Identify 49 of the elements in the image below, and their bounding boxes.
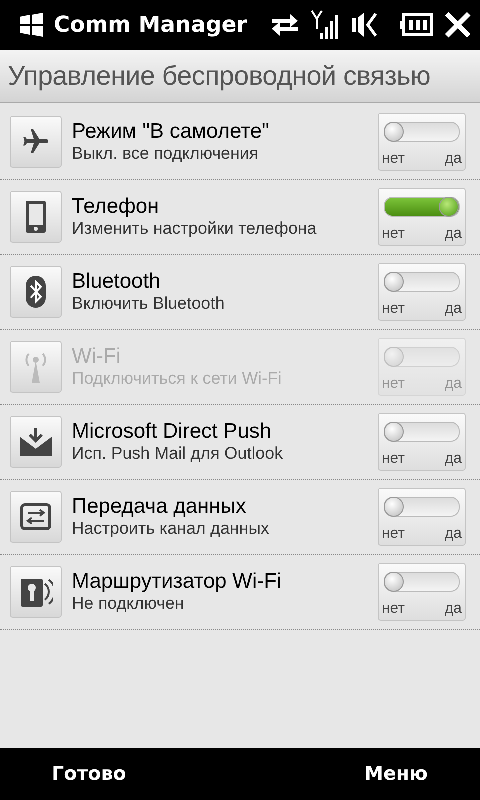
- setting-description: Не подключен: [72, 594, 186, 614]
- off-label: нет: [382, 150, 405, 167]
- setting-title: Передача данных: [72, 495, 248, 519]
- off-label: нет: [382, 375, 405, 392]
- toggle-switch[interactable]: нет да: [378, 188, 466, 246]
- setting-description: Включить Bluetooth: [72, 294, 226, 314]
- toggle-switch[interactable]: нет да: [378, 563, 466, 621]
- signal-icon[interactable]: [310, 9, 340, 41]
- setting-title: Режим "В самолете": [72, 120, 270, 144]
- off-label: нет: [382, 525, 405, 542]
- toggle-switch[interactable]: нет да: [378, 263, 466, 321]
- on-label: да: [444, 450, 462, 467]
- toggle-switch[interactable]: нет да: [378, 488, 466, 546]
- setting-description: Изменить настройки телефона: [72, 219, 318, 239]
- on-label: да: [444, 150, 462, 167]
- softkey-button[interactable]: Меню: [364, 763, 428, 785]
- toggle-switch[interactable]: нет да: [378, 413, 466, 471]
- setting-title: Маршрутизатор Wi-Fi: [72, 570, 283, 594]
- off-label: нет: [382, 600, 405, 617]
- toggle-switch[interactable]: нет да: [378, 113, 466, 171]
- on-label: да: [444, 600, 462, 617]
- window-title: Comm Manager: [54, 12, 249, 38]
- data-transfer-icon[interactable]: [270, 11, 300, 39]
- setting-title: Wi-Fi: [72, 345, 122, 369]
- softkey-button[interactable]: Готово: [52, 763, 126, 785]
- transfer-icon: [20, 503, 52, 531]
- setting-title: Телефон: [72, 195, 160, 219]
- setting-description: Настроить канал данных: [72, 519, 270, 539]
- close-icon[interactable]: [444, 11, 472, 39]
- off-label: нет: [382, 300, 405, 317]
- setting-description: Исп. Push Mail для Outlook: [72, 444, 284, 464]
- on-label: да: [444, 375, 462, 392]
- on-label: да: [444, 525, 462, 542]
- router-icon: [19, 576, 53, 608]
- page-heading: Управление беспроводной связью: [8, 60, 431, 92]
- off-label: нет: [382, 225, 405, 242]
- setting-title: Bluetooth: [72, 270, 162, 294]
- off-label: нет: [382, 450, 405, 467]
- on-label: да: [444, 300, 462, 317]
- battery-icon[interactable]: [400, 13, 434, 37]
- setting-description: Подключиться к сети Wi-Fi: [72, 369, 283, 389]
- on-label: да: [444, 225, 462, 242]
- setting-description: Выкл. все подключения: [72, 144, 260, 164]
- windows-logo-icon: [18, 12, 44, 38]
- bluetooth-icon: [26, 276, 46, 308]
- mail-download-icon: [19, 427, 53, 457]
- setting-title: Microsoft Direct Push: [72, 420, 273, 444]
- phone-icon: [25, 200, 47, 234]
- speaker-muted-icon[interactable]: [350, 10, 380, 40]
